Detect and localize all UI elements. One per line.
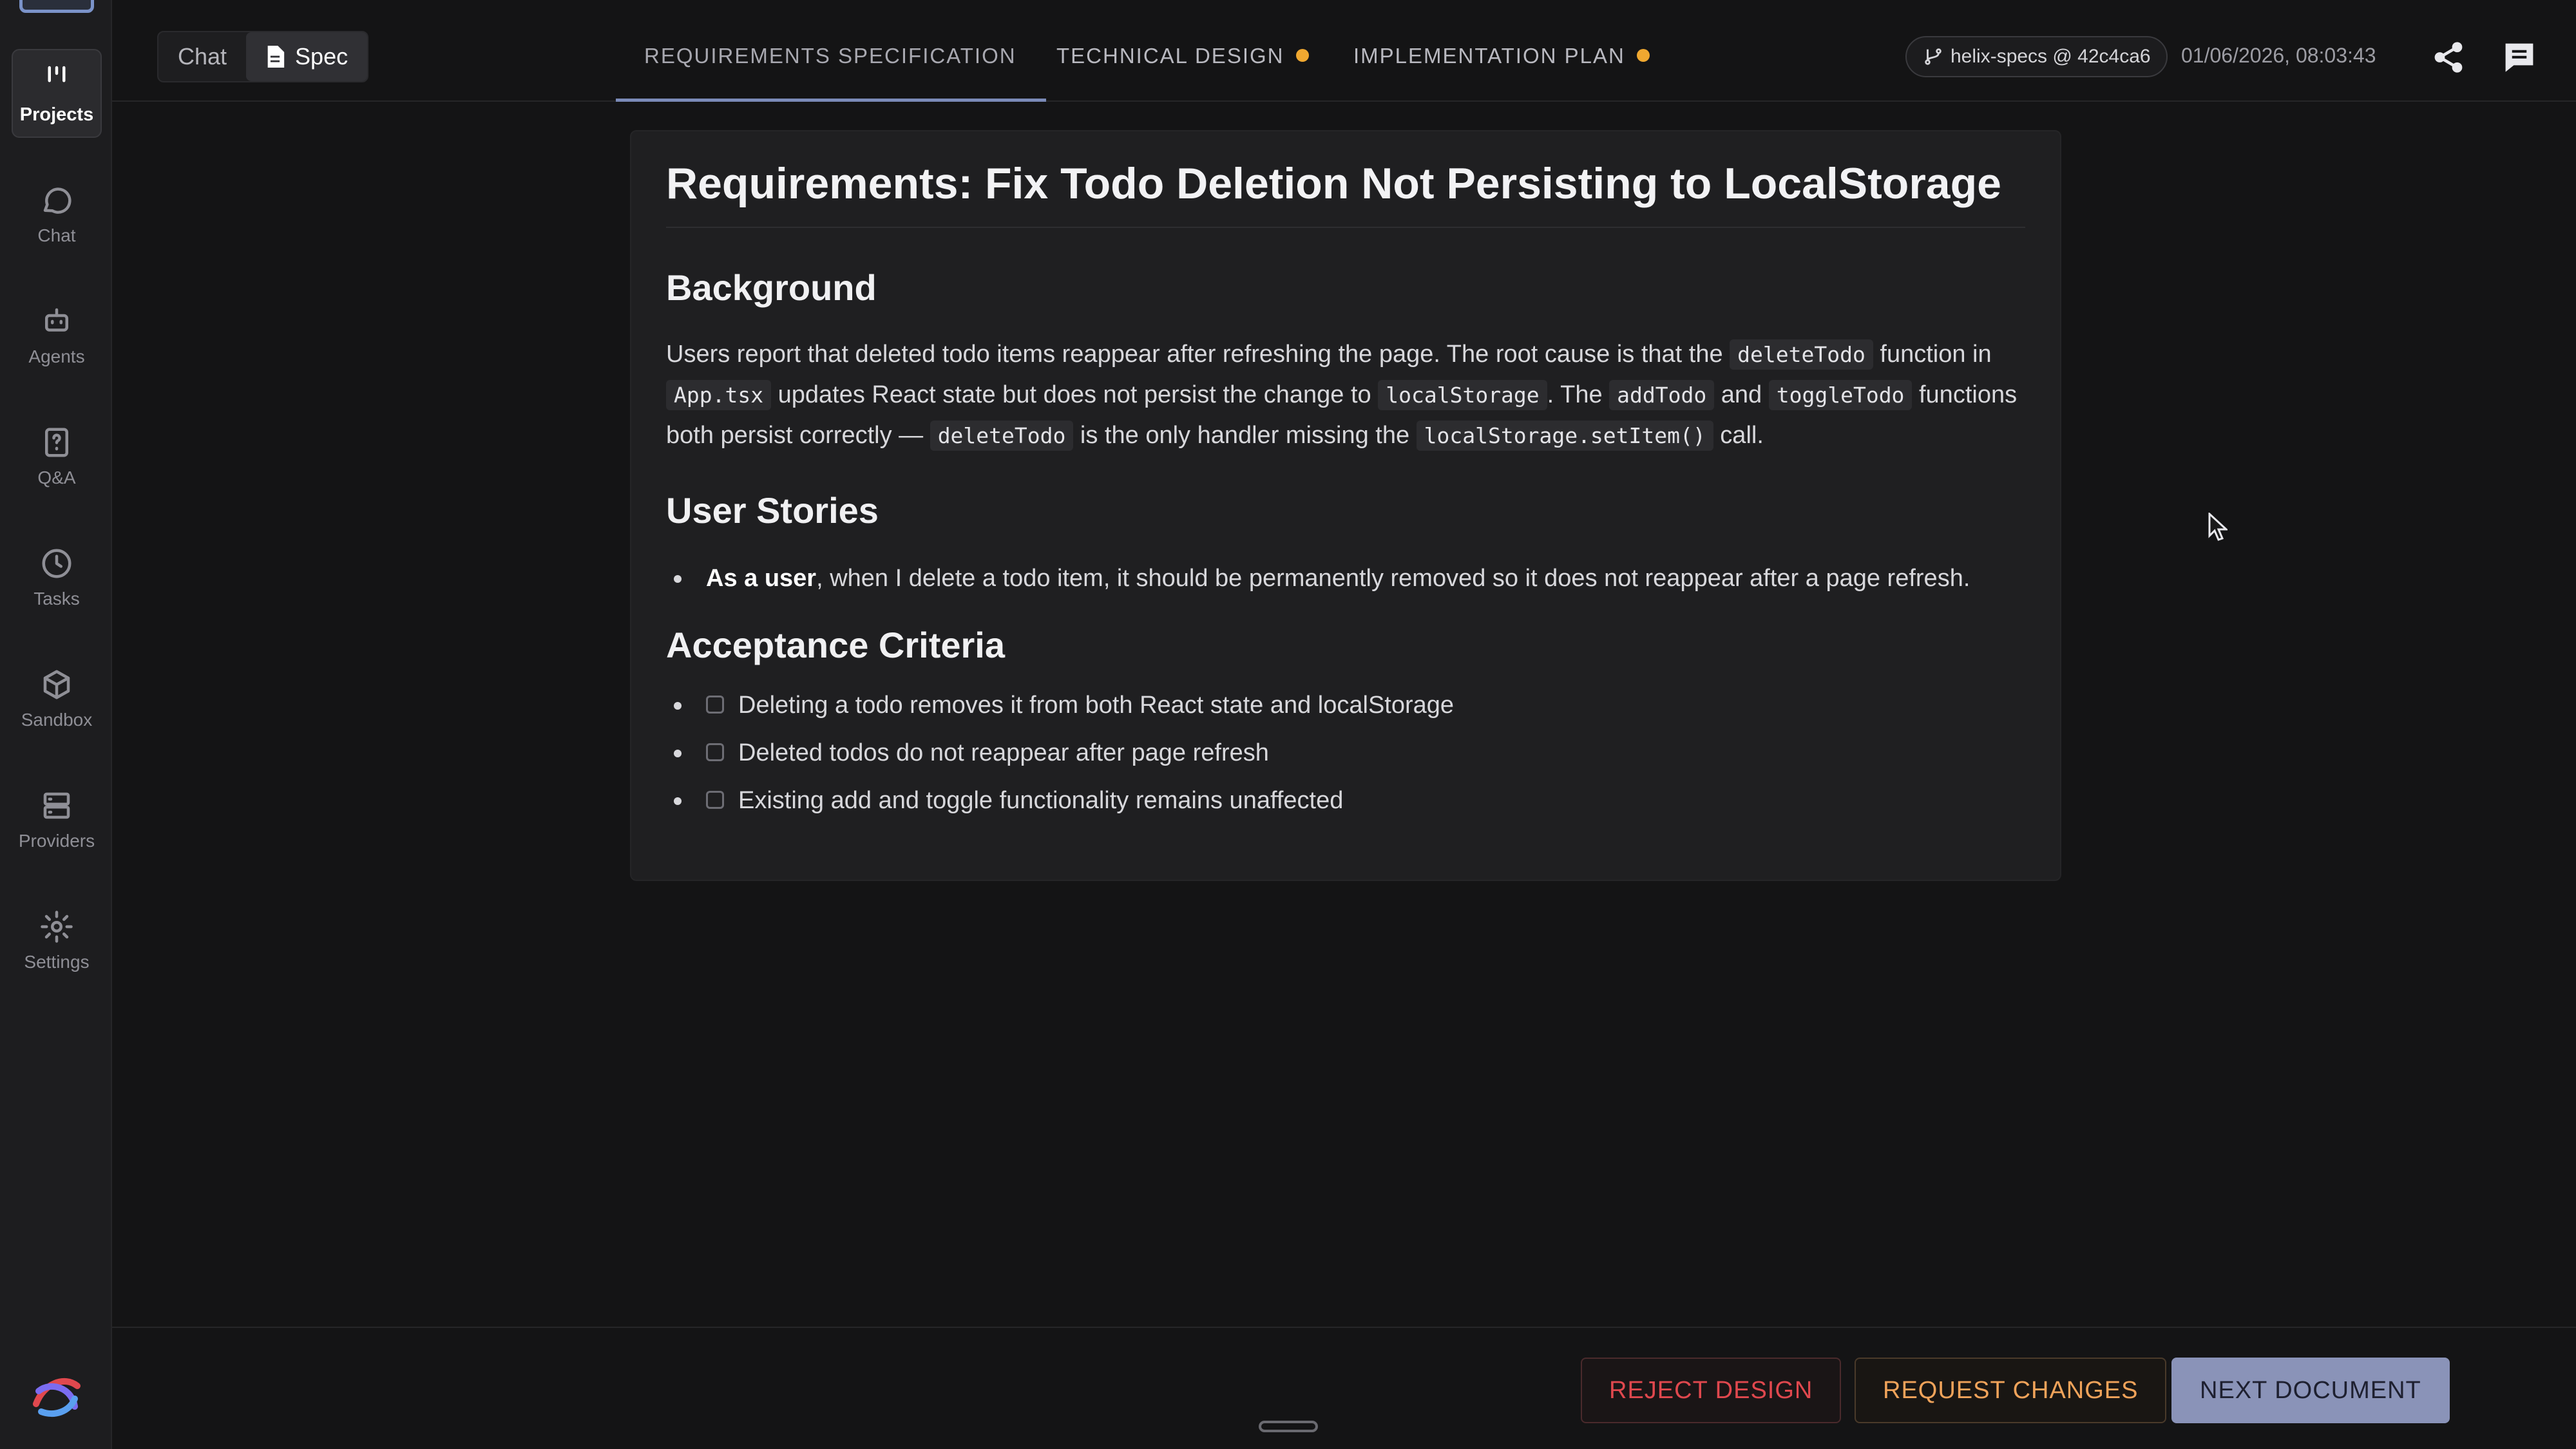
sidebar-item-tasks[interactable]: Tasks (12, 533, 102, 622)
server-icon (43, 792, 70, 819)
tab-technical-design[interactable]: TECHNICAL DESIGN (1056, 32, 1309, 102)
sidebar-item-label: Q&A (37, 468, 76, 488)
sidebar-item-projects[interactable]: Projects (12, 49, 102, 138)
sidebar-item-label: Tasks (33, 589, 80, 609)
list-item: Existing add and toggle functionality re… (666, 777, 2025, 824)
acceptance-criteria-heading: Acceptance Criteria (666, 625, 1006, 665)
sidebar-item-settings[interactable]: Settings (12, 896, 102, 985)
list-item: Deleted todos do not reappear after page… (666, 729, 2025, 777)
projects-icon (48, 66, 66, 82)
left-sidebar: Projects Chat Agents Q&A Tasks Sandbox P… (0, 0, 112, 1449)
sidebar-top-tab[interactable] (19, 0, 94, 13)
criteria-checkbox[interactable] (706, 790, 724, 809)
sidebar-item-sandbox[interactable]: Sandbox (12, 654, 102, 743)
share-button[interactable] (2431, 40, 2466, 75)
user-stories-list: As a user, when I delete a todo item, it… (666, 554, 2025, 602)
sidebar-item-chat[interactable]: Chat (12, 170, 102, 259)
timestamp: 01/06/2026, 08:03:43 (2181, 44, 2376, 67)
criteria-checkbox[interactable] (706, 695, 724, 714)
tab-label: REQUIREMENTS SPECIFICATION (644, 44, 1016, 68)
share-icon (2434, 42, 2463, 73)
next-document-button[interactable]: NEXT DOCUMENT (2171, 1358, 2450, 1423)
tab-requirements-specification[interactable]: REQUIREMENTS SPECIFICATION (616, 32, 1046, 102)
sidebar-item-label: Sandbox (21, 710, 93, 730)
sidebar-item-agents[interactable]: Agents (12, 291, 102, 380)
spec-document: Requirements: Fix Todo Deletion Not Pers… (630, 130, 2061, 881)
code-inline: toggleTodo (1768, 380, 1913, 410)
mode-toggle: Chat Spec (157, 31, 369, 82)
chat-mode-label: Chat (178, 43, 227, 70)
sidebar-item-label: Settings (24, 952, 90, 972)
sidebar-item-label: Agents (28, 346, 85, 366)
tab-implementation-plan[interactable]: IMPLEMENTATION PLAN (1353, 32, 1650, 102)
comment-icon (2505, 43, 2533, 72)
comments-button[interactable] (2502, 40, 2537, 75)
background-paragraph: Users report that deleted todo items rea… (666, 334, 2025, 456)
request-changes-button[interactable]: REQUEST CHANGES (1855, 1358, 2167, 1423)
brand-logo-icon[interactable] (26, 1365, 88, 1427)
clock-icon (42, 549, 72, 578)
spec-mode-button[interactable]: Spec (246, 32, 368, 81)
user-stories-heading: User Stories (666, 490, 879, 531)
chat-mode-button[interactable]: Chat (158, 32, 246, 81)
code-inline: localStorage (1378, 380, 1547, 410)
sidebar-item-label: Chat (37, 225, 76, 245)
sidebar-item-label: Projects (19, 104, 94, 125)
acceptance-criteria-list: Deleting a todo removes it from both Rea… (666, 681, 2025, 824)
pending-status-dot (1295, 49, 1309, 62)
pending-status-dot (1636, 49, 1650, 62)
code-inline: deleteTodo (1730, 339, 1873, 370)
resize-drag-handle[interactable] (1259, 1421, 1318, 1432)
sidebar-item-providers[interactable]: Providers (12, 775, 102, 864)
tab-label: TECHNICAL DESIGN (1056, 44, 1284, 68)
mouse-cursor-icon (2208, 513, 2228, 541)
document-title: Requirements: Fix Todo Deletion Not Pers… (666, 158, 2025, 228)
robot-icon (45, 308, 68, 332)
document-icon (267, 46, 285, 68)
list-item: Deleting a todo removes it from both Rea… (666, 681, 2025, 729)
spec-mode-label: Spec (295, 43, 348, 70)
top-bar: Chat Spec REQUIREMENTS SPECIFICATION TEC… (112, 0, 2576, 102)
sidebar-item-label: Providers (18, 831, 95, 851)
background-heading: Background (666, 267, 877, 308)
action-footer: REJECT DESIGN REQUEST CHANGES NEXT DOCUM… (112, 1327, 2576, 1449)
code-inline: App.tsx (666, 380, 772, 410)
code-inline: deleteTodo (930, 421, 1074, 451)
branch-label: helix-specs @ 42c4ca6 (1951, 46, 2151, 67)
branch-pill[interactable]: helix-specs @ 42c4ca6 (1905, 36, 2168, 77)
reject-design-button[interactable]: REJECT DESIGN (1581, 1358, 1842, 1423)
code-inline: localStorage.setItem() (1416, 421, 1713, 451)
criteria-checkbox[interactable] (706, 743, 724, 761)
list-item: As a user, when I delete a todo item, it… (666, 554, 2025, 602)
git-branch-icon (1925, 48, 1942, 65)
question-doc-icon (45, 428, 68, 457)
code-inline: addTodo (1609, 380, 1715, 410)
cube-icon (43, 670, 70, 699)
sidebar-item-qa[interactable]: Q&A (12, 412, 102, 501)
tab-label: IMPLEMENTATION PLAN (1353, 44, 1625, 68)
gear-icon (41, 911, 73, 943)
chat-bubble-icon (43, 187, 72, 214)
